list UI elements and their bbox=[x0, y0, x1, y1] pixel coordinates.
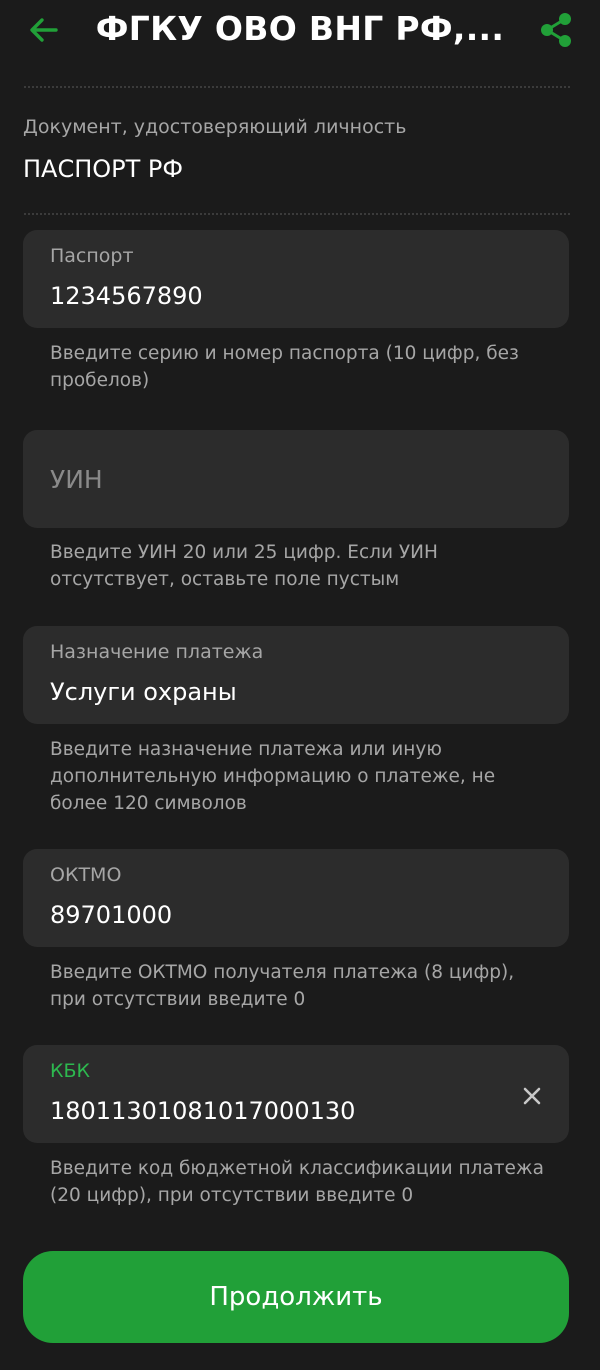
passport-hint: Введите серию и номер паспорта (10 цифр,… bbox=[50, 343, 519, 391]
uin-hint: Введите УИН 20 или 25 цифр. Если УИН отс… bbox=[50, 542, 438, 590]
clear-kbk-button[interactable] bbox=[515, 1079, 549, 1113]
share-button[interactable] bbox=[534, 8, 578, 52]
kbk-field-label: КБК bbox=[50, 1060, 91, 1082]
kbk-hint: Введите код бюджетной классификации плат… bbox=[50, 1158, 544, 1206]
top-bar: ФГКУ ОВО ВНГ РФ,... bbox=[0, 0, 600, 62]
oktmo-hint: Введите ОКТМО получателя платежа (8 цифр… bbox=[50, 962, 515, 1010]
oktmo-field[interactable]: ОКТМО 89701000 bbox=[23, 849, 569, 947]
uin-field-placeholder[interactable]: УИН bbox=[50, 465, 103, 494]
divider bbox=[24, 213, 570, 215]
kbk-field[interactable]: КБК 18011301081017000130 bbox=[23, 1045, 569, 1143]
kbk-field-value[interactable]: 18011301081017000130 bbox=[50, 1097, 355, 1125]
oktmo-field-label: ОКТМО bbox=[50, 864, 122, 886]
passport-field[interactable]: Паспорт 1234567890 bbox=[23, 230, 569, 328]
document-type-value[interactable]: ПАСПОРТ РФ bbox=[23, 155, 183, 183]
passport-field-value[interactable]: 1234567890 bbox=[50, 282, 203, 310]
document-type-label: Документ, удостоверяющий личность bbox=[23, 116, 407, 138]
oktmo-field-value[interactable]: 89701000 bbox=[50, 901, 172, 929]
divider bbox=[24, 86, 570, 88]
passport-field-label: Паспорт bbox=[50, 245, 134, 267]
page-title: ФГКУ ОВО ВНГ РФ,... bbox=[95, 9, 505, 48]
payment-purpose-value[interactable]: Услуги охраны bbox=[50, 678, 237, 706]
close-icon bbox=[523, 1087, 541, 1105]
uin-field[interactable]: УИН bbox=[23, 430, 569, 528]
share-icon bbox=[541, 13, 571, 47]
payment-purpose-hint: Введите назначение платежа или иную допо… bbox=[50, 739, 496, 814]
payment-purpose-label: Назначение платежа bbox=[50, 641, 264, 663]
continue-button[interactable]: Продолжить bbox=[23, 1251, 569, 1343]
payment-purpose-field[interactable]: Назначение платежа Услуги охраны bbox=[23, 626, 569, 724]
